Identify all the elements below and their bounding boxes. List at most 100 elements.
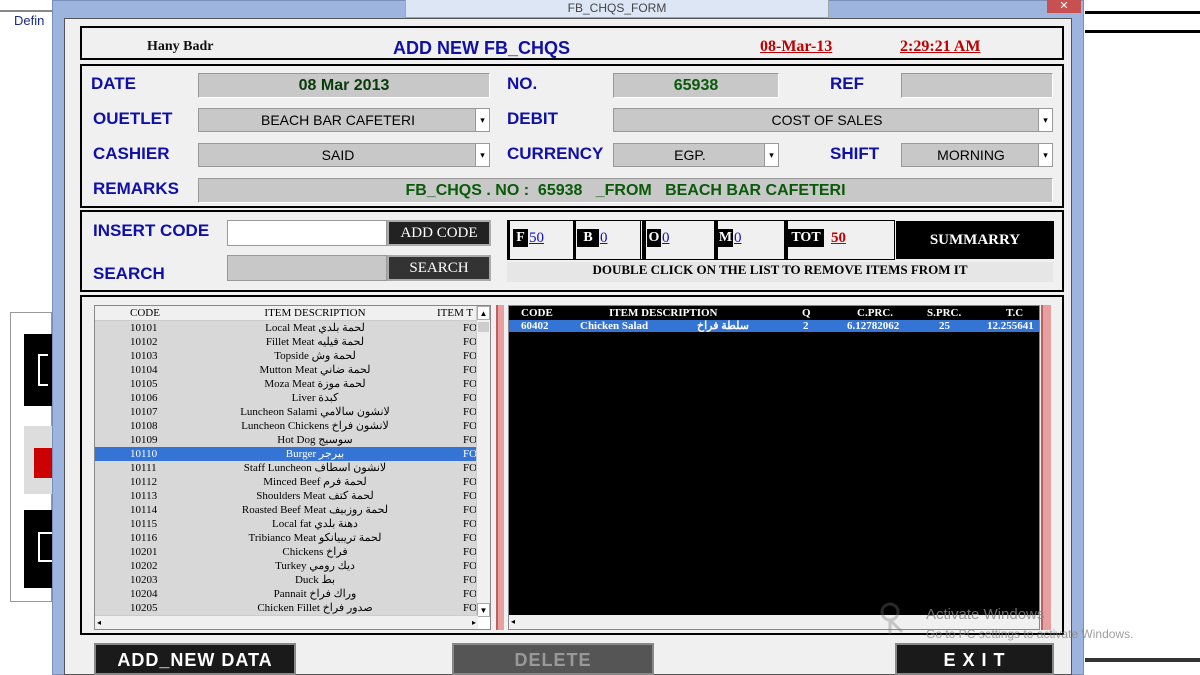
list-item[interactable]: 10116 Tribianco Meat لحمة تريبيانكو FO [95, 531, 478, 545]
scroll-thumb[interactable] [478, 322, 489, 332]
item-code: 10111 [130, 462, 157, 474]
header-date: 08-Mar-13 [760, 38, 833, 55]
list-item[interactable]: 10109 Hot Dog سوسيج FO [95, 433, 478, 447]
search-input[interactable] [227, 255, 387, 281]
item-code: 10108 [130, 420, 158, 432]
remove-hint: DOUBLE CLICK ON THE LIST TO REMOVE ITEMS… [507, 262, 1053, 282]
list-item[interactable]: 10205 Chicken Fillet صدور فراخ FO [95, 601, 478, 615]
items-header-type[interactable]: ITEM T [437, 306, 473, 321]
list-item[interactable]: 10204 Pannait وراك فراخ FO [95, 587, 478, 601]
items-list[interactable]: CODE ITEM DESCRIPTION ITEM T 10101 Local … [94, 305, 491, 630]
list-item[interactable]: 10203 Duck بط FO [95, 573, 478, 587]
list-item[interactable]: 10112 Minced Beef لحمة فرم FO [95, 475, 478, 489]
header-time: 2:29:21 AM [900, 38, 981, 55]
items-hscroll[interactable]: ◂ ▸ [95, 615, 478, 629]
remarks-field[interactable]: FB_CHQS . NO : 65938 _FROM BEACH BAR CAF… [198, 178, 1053, 203]
list-item[interactable]: 10102 Fillet Meat لحمة فيليه FO [95, 335, 478, 349]
items-header-description[interactable]: ITEM DESCRIPTION [210, 306, 420, 321]
date-label: DATE [91, 74, 137, 93]
list-divider[interactable] [496, 305, 504, 630]
list-item[interactable]: 10202 Turkey ديك رومي FO [95, 559, 478, 573]
chevron-down-icon[interactable]: ▾ [764, 144, 778, 166]
items-header-code[interactable]: CODE [130, 306, 160, 321]
exit-button[interactable]: E X I T [895, 643, 1054, 675]
item-type: FO [463, 490, 478, 502]
sel-header-sprc[interactable]: S.PRC. [927, 306, 961, 320]
outlet-dropdown[interactable]: BEACH BAR CAFETERI ▾ [198, 108, 490, 132]
chevron-down-icon[interactable]: ▾ [475, 109, 489, 131]
background-block-1 [24, 334, 52, 406]
close-icon[interactable]: ✕ [1047, 0, 1081, 13]
list-item[interactable]: 10107 Luncheon Salami لانشون سالامي FO [95, 405, 478, 419]
chevron-down-icon[interactable]: ▾ [1038, 109, 1052, 131]
item-type: FO [463, 574, 478, 586]
item-description: Turkey ديك رومي [275, 560, 355, 572]
list-item[interactable]: 10115 Local fat دهنة بلدي FO [95, 517, 478, 531]
summary-button[interactable]: SUMMARRY [896, 221, 1054, 259]
item-code: 10107 [130, 406, 158, 418]
item-description: Roasted Beef Meat لحمة روزبيف [241, 504, 389, 516]
sel-header-cprc[interactable]: C.PRC. [857, 306, 893, 320]
insert-code-input[interactable] [227, 220, 387, 246]
summary-m-value[interactable]: 0 [734, 230, 742, 247]
summary-b-value[interactable]: 0 [600, 230, 608, 247]
sel-header-code[interactable]: CODE [521, 306, 553, 320]
list-item[interactable]: 10201 Chickens فراخ FO [95, 545, 478, 559]
sel-header-tc[interactable]: T.C [1006, 306, 1023, 320]
list-item[interactable]: 10104 Mutton Meat لحمة ضاني FO [95, 363, 478, 377]
list-item[interactable]: 10105 Moza Meat لحمة موزة FO [95, 377, 478, 391]
selected-divider[interactable] [1041, 305, 1051, 630]
scroll-left-icon[interactable]: ◂ [511, 615, 515, 629]
windows-logo-icon [880, 602, 910, 636]
item-type: FO [463, 392, 478, 404]
summary-f-value[interactable]: 50 [529, 230, 544, 247]
item-code: 10202 [130, 560, 158, 572]
sel-cell-name: Chicken Salad [580, 320, 649, 332]
scroll-right-icon[interactable]: ▸ [472, 616, 476, 629]
item-code: 10104 [130, 364, 158, 376]
list-item[interactable]: 10111 Staff Luncheon لانشون اسطاف FO [95, 461, 478, 475]
list-item[interactable]: 10101 Local Meat لحمة بلدي FO [95, 321, 478, 335]
item-code: 10203 [130, 574, 158, 586]
add-new-data-button[interactable]: ADD_NEW DATA [94, 643, 296, 675]
sel-header-description[interactable]: ITEM DESCRIPTION [609, 306, 718, 320]
background-right-bar [1085, 11, 1200, 33]
scroll-down-icon[interactable]: ▼ [477, 603, 490, 617]
shift-dropdown[interactable]: MORNING ▾ [901, 143, 1053, 167]
window-title: FB_CHQS_FORM [405, 0, 829, 18]
delete-button[interactable]: DELETE [452, 643, 654, 675]
list-item[interactable]: 10114 Roasted Beef Meat لحمة روزبيف FO [95, 503, 478, 517]
scroll-left-icon[interactable]: ◂ [97, 616, 101, 629]
scroll-up-icon[interactable]: ▲ [477, 306, 490, 320]
debit-dropdown[interactable]: COST OF SALES ▾ [613, 108, 1053, 132]
items-vscroll[interactable]: ▲ ▼ [476, 306, 490, 617]
list-item[interactable]: 10113 Shoulders Meat لحمة كتف FO [95, 489, 478, 503]
item-description: Burger بيرجر [285, 448, 345, 460]
summary-tot-label: TOT [788, 229, 824, 247]
item-description: Tribianco Meat لحمة تريبيانكو [248, 532, 382, 544]
summary-o-value[interactable]: 0 [662, 230, 670, 247]
selected-list[interactable]: CODE ITEM DESCRIPTION Q C.PRC. S.PRC. T.… [508, 305, 1040, 630]
list-item[interactable]: 10103 Topside لحمة وش FO [95, 349, 478, 363]
item-code: 10205 [130, 602, 158, 614]
list-item[interactable]: 10106 Liver كبدة FO [95, 391, 478, 405]
chevron-down-icon[interactable]: ▾ [1038, 144, 1052, 166]
no-label: NO. [507, 74, 538, 93]
table-row[interactable]: 60402 Chicken Salad سلطة فراخ 2 6.127820… [509, 320, 1039, 332]
sel-header-q[interactable]: Q [802, 306, 811, 320]
list-item[interactable]: 10108 Luncheon Chickens لانشون فراخ FO [95, 419, 478, 433]
cashier-dropdown[interactable]: SAID ▾ [198, 143, 490, 167]
item-description: Staff Luncheon لانشون اسطاف [243, 462, 387, 474]
no-field[interactable]: 65938 [613, 73, 779, 98]
chevron-down-icon[interactable]: ▾ [475, 144, 489, 166]
list-item[interactable]: 10110 Burger بيرجر FO [95, 447, 478, 461]
date-field[interactable]: 08 Mar 2013 [198, 73, 490, 98]
search-button[interactable]: SEARCH [387, 255, 491, 281]
item-type: FO [463, 546, 478, 558]
background-divider [0, 10, 52, 12]
add-code-button[interactable]: ADD CODE [387, 220, 491, 246]
ref-field[interactable] [901, 73, 1053, 98]
summary-tot-value[interactable]: 50 [831, 230, 846, 247]
item-description: Pannait وراك فراخ [273, 588, 357, 600]
currency-dropdown[interactable]: EGP. ▾ [613, 143, 779, 167]
